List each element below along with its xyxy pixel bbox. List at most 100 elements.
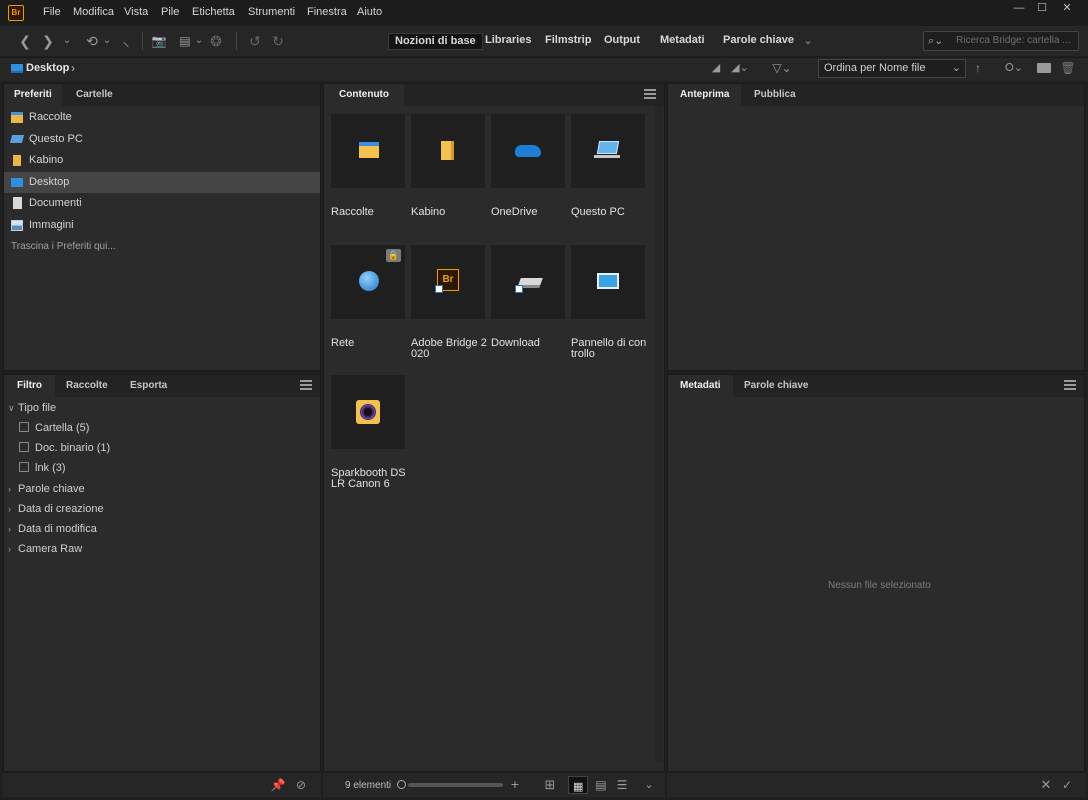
thumbnail-label: Questo PC: [571, 206, 625, 218]
close-window-button[interactable]: ✕: [1056, 0, 1078, 18]
back-arrow-icon[interactable]: ❮: [15, 32, 35, 50]
rotate-left-icon[interactable]: ↺: [245, 32, 265, 50]
filter-group-tipo-file[interactable]: ∨ Tipo file: [8, 398, 56, 418]
menu-finestra[interactable]: Finestra: [307, 6, 347, 18]
thumbnail-questo-pc[interactable]: [571, 114, 645, 188]
thumbnail-download[interactable]: [491, 245, 565, 319]
workspace-libraries[interactable]: Libraries: [479, 33, 537, 50]
menu-aiuto[interactable]: Aiuto: [357, 6, 382, 18]
search-input[interactable]: ⌕⌄ Ricerca Bridge: cartella ...: [923, 31, 1079, 51]
photoshop-icon[interactable]: ❂: [206, 32, 226, 50]
pin-icon[interactable]: 📌: [268, 776, 288, 794]
quality-icon[interactable]: ◢: [706, 59, 726, 77]
thumbnail-pannello[interactable]: [571, 245, 645, 319]
thumbnail-sparkbooth[interactable]: [331, 375, 405, 449]
sort-direction-icon[interactable]: ↑: [968, 59, 988, 77]
tab-preferiti[interactable]: Preferiti: [4, 84, 62, 106]
grid-lock-icon[interactable]: ⊞: [540, 776, 560, 794]
checkbox[interactable]: [19, 422, 29, 432]
favorite-item-kabino[interactable]: Kabino: [4, 150, 320, 171]
tab-raccolte[interactable]: Raccolte: [56, 375, 118, 397]
maximize-button[interactable]: ☐: [1031, 0, 1053, 18]
tab-contenuto[interactable]: Contenuto: [324, 84, 404, 106]
cancel-icon[interactable]: ✕: [1036, 776, 1056, 794]
menu-file[interactable]: File: [43, 6, 61, 18]
favorites-drop-hint: Trascina i Preferiti qui...: [11, 241, 116, 252]
rating-filter-icon[interactable]: ◢⌄: [730, 59, 750, 77]
panel-menu-icon[interactable]: [644, 89, 656, 99]
filter-check-lnk[interactable]: lnk (3): [19, 458, 66, 478]
filter-group-data-modifica[interactable]: › Data di modifica: [8, 519, 97, 539]
filter-check-cartella[interactable]: Cartella (5): [19, 418, 89, 438]
workspace-more-icon[interactable]: ⌄: [798, 32, 818, 50]
sort-select[interactable]: Ordina per Nome file ⌄: [818, 59, 966, 78]
metadata-panel: Metadati Parole chiave: [667, 374, 1085, 772]
recent-dropdown-icon[interactable]: ⌄: [97, 32, 117, 50]
favorite-label: Questo PC: [29, 133, 83, 145]
tab-metadati[interactable]: Metadati: [668, 375, 733, 397]
thumbnail-raccolte[interactable]: [331, 114, 405, 188]
forward-arrow-icon[interactable]: ❯: [38, 32, 58, 50]
filter-group-parole-chiave[interactable]: › Parole chiave: [8, 479, 85, 499]
zoom-in-icon[interactable]: +: [505, 775, 525, 793]
workspace-nozioni[interactable]: Nozioni di base: [388, 33, 483, 50]
thumbnail-kabino[interactable]: [411, 114, 485, 188]
favorite-item-documenti[interactable]: Documenti: [4, 193, 320, 214]
workspace-output[interactable]: Output: [598, 33, 646, 50]
filter-funnel-icon[interactable]: ▽⌄: [772, 59, 792, 77]
tab-filtro[interactable]: Filtro: [4, 375, 55, 397]
thumbnail-rete[interactable]: 🔒: [331, 245, 405, 319]
tab-pubblica[interactable]: Pubblica: [744, 84, 806, 106]
workspace-metadati[interactable]: Metadati: [654, 33, 711, 50]
zoom-out-icon[interactable]: [397, 780, 406, 789]
open-recent-icon[interactable]: ⭘⌄: [1004, 59, 1024, 77]
menu-pile[interactable]: Pile: [161, 6, 179, 18]
thumbnail-onedrive[interactable]: [491, 114, 565, 188]
view-list-icon[interactable]: ☰: [612, 776, 632, 794]
workspace-parole-chiave[interactable]: Parole chiave: [717, 33, 800, 50]
clear-filter-icon[interactable]: ⊘: [291, 776, 311, 794]
checkbox[interactable]: [19, 462, 29, 472]
preview-tabstrip: Anteprima Pubblica: [668, 84, 1084, 106]
panel-menu-icon[interactable]: [300, 380, 312, 390]
new-folder-icon[interactable]: [1037, 63, 1051, 73]
filter-check-doc-binario[interactable]: Doc. binario (1): [19, 438, 110, 458]
thumbnail-label: Kabino: [411, 206, 446, 218]
view-thumbnails-button[interactable]: ▦: [568, 776, 588, 794]
panel-menu-icon[interactable]: [1064, 380, 1076, 390]
camera-import-icon[interactable]: 📷: [149, 32, 169, 50]
menu-modifica[interactable]: Modifica: [73, 6, 114, 18]
history-dropdown-icon[interactable]: ⌄: [57, 32, 77, 50]
minimize-button[interactable]: —: [1008, 0, 1030, 18]
tab-cartelle[interactable]: Cartelle: [66, 84, 123, 106]
menu-etichetta[interactable]: Etichetta: [192, 6, 235, 18]
rotate-right-icon[interactable]: ↻: [268, 32, 288, 50]
metadata-tabstrip: Metadati Parole chiave: [668, 375, 1084, 397]
favorite-item-desktop[interactable]: Desktop: [4, 172, 320, 193]
favorite-item-immagini[interactable]: Immagini: [4, 215, 320, 236]
favorite-item-raccolte[interactable]: Raccolte: [4, 107, 320, 128]
menu-vista[interactable]: Vista: [124, 6, 148, 18]
menu-strumenti[interactable]: Strumenti: [248, 6, 295, 18]
thumbnail-size-slider[interactable]: [408, 783, 503, 787]
path-chevron-icon[interactable]: ›: [71, 61, 75, 75]
view-details-icon[interactable]: ▤: [591, 776, 611, 794]
path-current[interactable]: Desktop: [26, 62, 69, 74]
tab-anteprima[interactable]: Anteprima: [668, 84, 742, 106]
thumbnail-label: Download: [491, 337, 540, 349]
filter-group-data-creazione[interactable]: › Data di creazione: [8, 499, 104, 519]
apply-check-icon[interactable]: ✓: [1057, 776, 1077, 794]
view-more-icon[interactable]: ⌄: [639, 776, 659, 794]
checkbox[interactable]: [19, 442, 29, 452]
trash-icon[interactable]: 🗑: [1058, 59, 1078, 77]
tab-parole-chiave[interactable]: Parole chiave: [734, 375, 818, 397]
thumbnail-label: OneDrive: [491, 206, 538, 218]
boomerang-icon[interactable]: ⸜: [116, 32, 136, 50]
tab-esporta[interactable]: Esporta: [120, 375, 177, 397]
thumbnail-adobe-bridge[interactable]: Br: [411, 245, 485, 319]
filter-group-camera-raw[interactable]: › Camera Raw: [8, 539, 82, 559]
content-scrollbar[interactable]: [655, 106, 663, 762]
workspace-filmstrip[interactable]: Filmstrip: [539, 33, 597, 50]
control-panel-icon: [597, 273, 619, 289]
favorite-item-questo-pc[interactable]: Questo PC: [4, 129, 320, 150]
